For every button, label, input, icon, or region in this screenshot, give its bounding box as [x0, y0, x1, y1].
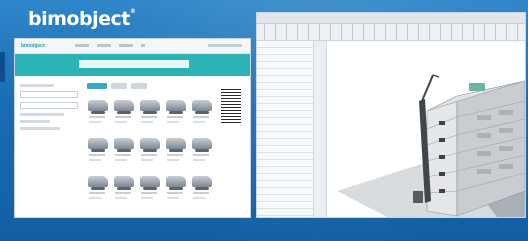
filter-heading	[20, 84, 54, 87]
product-card	[165, 135, 187, 169]
product-meta	[115, 197, 127, 199]
registered-mark: ®	[129, 8, 136, 15]
filter-sidebar	[20, 84, 78, 144]
product-title	[141, 154, 157, 156]
product-title	[115, 116, 131, 118]
product-card	[113, 97, 135, 131]
product-thumbnail	[88, 138, 108, 152]
product-card	[113, 135, 135, 169]
bim-software-screenshot	[256, 12, 526, 218]
site-search-bar	[79, 60, 189, 68]
product-results	[87, 83, 245, 213]
product-card	[87, 173, 109, 207]
cad-properties-panel	[257, 41, 314, 217]
roof-unit	[469, 83, 485, 91]
product-card	[87, 97, 109, 131]
product-meta	[193, 197, 205, 199]
product-meta	[89, 121, 101, 123]
product-title	[141, 116, 157, 118]
product-title	[193, 116, 209, 118]
product-card	[191, 97, 213, 131]
cad-ribbon-toolbar	[257, 24, 525, 41]
product-card	[139, 97, 161, 131]
product-thumbnail	[140, 138, 160, 152]
product-title	[89, 192, 105, 194]
product-card	[87, 135, 109, 169]
building-model	[337, 74, 525, 217]
product-meta	[115, 159, 127, 161]
product-title	[141, 192, 157, 194]
product-row	[87, 173, 245, 207]
product-thumbnail	[192, 138, 212, 152]
bimobject-logo: bimobject®	[28, 8, 136, 30]
cad-project-browser	[314, 41, 327, 217]
site-nav-right	[208, 44, 242, 47]
product-meta	[89, 197, 101, 199]
product-card	[165, 97, 187, 131]
site-logo: bimobject	[21, 43, 45, 49]
product-meta	[167, 159, 179, 161]
product-card	[191, 135, 213, 169]
cad-titlebar	[257, 13, 525, 24]
logo-text: bimobject	[28, 8, 130, 30]
product-card	[191, 173, 213, 207]
product-meta	[193, 121, 205, 123]
product-meta	[115, 121, 127, 123]
edge-marker	[0, 52, 5, 82]
product-thumbnail	[192, 100, 212, 114]
product-thumbnail	[192, 176, 212, 190]
product-card	[165, 173, 187, 207]
product-thumbnail	[114, 176, 134, 190]
product-thumbnail	[88, 176, 108, 190]
product-meta	[167, 121, 179, 123]
filter-line	[20, 127, 60, 130]
product-title	[167, 192, 183, 194]
tab	[111, 83, 127, 89]
product-thumbnail	[114, 100, 134, 114]
product-row	[87, 135, 245, 169]
product-thumbnail	[166, 100, 186, 114]
product-meta	[141, 121, 153, 123]
website-screenshot: bimobject	[14, 38, 251, 218]
product-title	[89, 154, 105, 156]
product-meta	[167, 197, 179, 199]
site-header: bimobject	[15, 39, 250, 54]
product-title	[167, 116, 183, 118]
tab-active	[87, 83, 107, 89]
product-meta	[141, 159, 153, 161]
product-title	[89, 116, 105, 118]
filter-box	[20, 91, 78, 98]
product-meta	[193, 159, 205, 161]
product-meta	[89, 159, 101, 161]
product-title	[193, 154, 209, 156]
site-nav	[75, 44, 145, 47]
ad-barcode	[221, 89, 241, 125]
product-title	[167, 154, 183, 156]
site-body	[15, 77, 250, 217]
filter-line	[20, 120, 50, 123]
filter-box	[20, 102, 78, 109]
product-title	[115, 192, 131, 194]
filter-line	[20, 113, 64, 116]
product-title	[115, 154, 131, 156]
product-card	[139, 173, 161, 207]
product-title	[193, 192, 209, 194]
tab	[131, 83, 147, 89]
composite-image: bimobject® bimobject	[0, 0, 528, 241]
product-thumbnail	[140, 100, 160, 114]
product-meta	[141, 197, 153, 199]
product-card	[113, 173, 135, 207]
product-thumbnail	[140, 176, 160, 190]
cad-3d-viewport	[327, 41, 525, 217]
mast-base	[413, 191, 423, 203]
product-thumbnail	[114, 138, 134, 152]
product-card	[139, 135, 161, 169]
product-thumbnail	[88, 100, 108, 114]
product-thumbnail	[166, 176, 186, 190]
product-thumbnail	[166, 138, 186, 152]
site-hero-banner	[15, 54, 250, 76]
